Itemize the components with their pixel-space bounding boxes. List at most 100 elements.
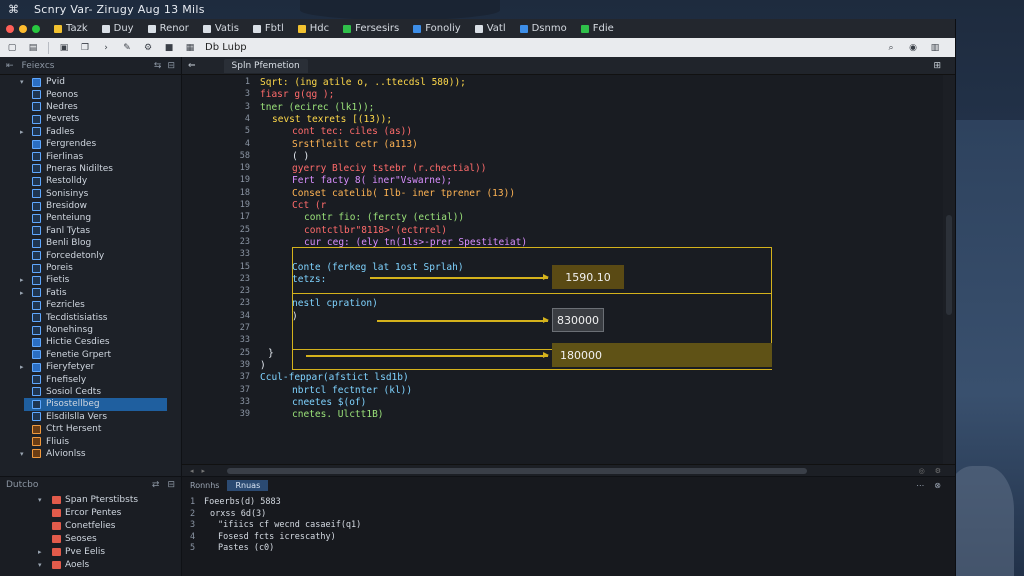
open-folder-icon[interactable]: ▣ (58, 42, 70, 54)
file-icon (32, 362, 41, 372)
sidebar-item[interactable]: Fanl Tytas (0, 225, 181, 237)
scroll-right-icon[interactable]: ▸ (202, 467, 206, 475)
grid-icon[interactable]: ▥ (929, 42, 941, 54)
sidebar-item[interactable]: Benli Blog (0, 237, 181, 249)
stop-icon[interactable]: ■ (163, 42, 175, 54)
disclosure-arrow-icon[interactable]: ▸ (20, 289, 30, 297)
disclosure-arrow-icon[interactable]: ▸ (20, 363, 30, 371)
apple-icon[interactable]: ⌘ (8, 3, 20, 16)
sidebar-item[interactable]: Fliuis (0, 435, 181, 447)
status-circle-icon[interactable]: ◎ (919, 467, 925, 475)
sidebar-collapse-icon[interactable]: ⇤ (6, 61, 14, 71)
sidebar-item[interactable]: Ctrt Hersent (0, 423, 181, 435)
outline-item[interactable]: Ercor Pentes (0, 506, 181, 519)
sidebar-item[interactable]: Fenetie Grpert (0, 349, 181, 361)
sidebar-item[interactable]: Fierlinas (0, 150, 181, 162)
new-file-icon[interactable]: ▤ (27, 42, 39, 54)
copy-icon[interactable]: ❐ (79, 42, 91, 54)
code-editor[interactable]: 1590.10 830000 180000 1 Sqrt: (ing atile … (182, 75, 955, 464)
sidebar-item-label: Poreis (46, 263, 73, 274)
window-menu-item[interactable]: Duy (101, 23, 134, 34)
zoom-window-button[interactable] (32, 24, 40, 33)
sidebar-item[interactable]: Nedres (0, 101, 181, 113)
window-menu-item[interactable]: Hdc (297, 23, 329, 34)
search-icon[interactable]: ⌕ (885, 42, 897, 54)
record-icon[interactable]: ◉ (907, 42, 919, 54)
sidebar-item[interactable]: Restolldy (0, 175, 181, 187)
console-close-icon[interactable]: ⊗ (934, 481, 941, 490)
window-menu-item[interactable]: Renor (147, 23, 189, 34)
forward-icon[interactable]: › (100, 42, 112, 54)
sidebar-item[interactable]: ▸ Fatis (0, 287, 181, 299)
save-icon[interactable]: ▢ (6, 42, 18, 54)
sidebar-item[interactable]: ▸ Fadles (0, 126, 181, 138)
sidebar-item[interactable]: Pneras Nidiltes (0, 163, 181, 175)
horizontal-scrollbar[interactable]: ◂ ▸ ◎ ⚙ (182, 464, 955, 476)
layout-icon[interactable]: ▦ (184, 42, 196, 54)
tab-console-1[interactable]: Rnuas (227, 479, 269, 491)
disclosure-arrow-icon[interactable]: ▸ (20, 276, 30, 284)
window-menu-item[interactable]: Fdie (580, 23, 614, 34)
console-options-icon[interactable]: ⋯ (916, 481, 924, 490)
sidebar-item[interactable]: Fnefisely (0, 373, 181, 385)
window-menu-item[interactable]: Fonoliy (413, 23, 461, 34)
disclosure-arrow-icon[interactable]: ▾ (38, 496, 48, 504)
scroll-left-icon[interactable]: ◂ (190, 467, 194, 475)
disclosure-arrow-icon[interactable]: ▾ (20, 78, 30, 86)
edit-icon[interactable]: ✎ (121, 42, 133, 54)
sidebar-filter-icon[interactable]: ⇆ (154, 61, 162, 71)
disclosure-arrow-icon[interactable]: ▸ (20, 128, 30, 136)
sidebar-item[interactable]: Sonisinys (0, 188, 181, 200)
sidebar-item[interactable]: Poreis (0, 262, 181, 274)
settings-icon[interactable]: ⚙ (142, 42, 154, 54)
editor-split-icon[interactable]: ⊞ (933, 61, 955, 71)
window-menu-item[interactable]: Dsnmo (519, 23, 567, 34)
outline-item[interactable]: Conetfelies (0, 519, 181, 532)
status-gear-icon[interactable]: ⚙ (935, 467, 941, 475)
outline-item[interactable]: ▾ Span Pterstibsts (0, 493, 181, 506)
sidebar-item[interactable]: ▾ Alvionlss (0, 448, 181, 460)
disclosure-arrow-icon[interactable]: ▾ (20, 450, 30, 458)
sidebar-item[interactable]: Elsdilslla Vers (0, 411, 181, 423)
outline-options-icon[interactable]: ⇄ (152, 480, 160, 490)
sidebar-item[interactable]: ▸ Fieryfetyer (0, 361, 181, 373)
disclosure-arrow-icon[interactable]: ▸ (38, 548, 48, 556)
code-line: } (268, 347, 274, 359)
sidebar-item[interactable]: Pevrets (0, 113, 181, 125)
sidebar-item[interactable]: Pisostellbeg (24, 398, 167, 411)
sidebar-item[interactable]: ▾ Pvid (0, 76, 181, 88)
sidebar-item[interactable]: Fergrendes (0, 138, 181, 150)
disclosure-arrow-icon[interactable]: ▾ (38, 561, 48, 569)
toolbar-label[interactable]: Db Lubp (205, 42, 247, 53)
scrollbar-thumb[interactable] (946, 215, 952, 315)
close-window-button[interactable] (6, 24, 14, 33)
outline-item[interactable]: ▸ Pve Eelis (0, 545, 181, 558)
editor-back-icon[interactable]: ⇐ (188, 61, 196, 71)
minimize-window-button[interactable] (19, 24, 27, 33)
sidebar-item-label: Fietis (46, 275, 70, 286)
folder-icon (52, 560, 61, 569)
outline-item[interactable]: ▾ Aoels (0, 558, 181, 571)
window-menu-item[interactable]: Fbtl (252, 23, 284, 34)
sidebar-item[interactable]: Sosiol Cedts (0, 386, 181, 398)
horizontal-scroll-thumb[interactable] (227, 467, 808, 474)
sidebar-item[interactable]: Penteiung (0, 212, 181, 224)
tab-console-0[interactable]: Ronnhs (190, 481, 219, 490)
sidebar-item[interactable]: Forcedetonly (0, 249, 181, 261)
sidebar-item[interactable]: Tecdistisiatiss (0, 311, 181, 323)
window-menu-item[interactable]: Vatis (202, 23, 239, 34)
sidebar-item[interactable]: Peonos (0, 88, 181, 100)
sidebar-item[interactable]: Bresidow (0, 200, 181, 212)
window-menu-item[interactable]: Vatl (474, 23, 506, 34)
sidebar-item[interactable]: Fezricles (0, 299, 181, 311)
sidebar-item[interactable]: Hictie Cesdies (0, 336, 181, 348)
window-menu-item[interactable]: Tazk (54, 23, 88, 34)
sidebar-item[interactable]: ▸ Fietis (0, 274, 181, 286)
outline-close-icon[interactable]: ⊟ (167, 480, 175, 490)
tab-editor-file[interactable]: Spln Pfemetion (223, 58, 308, 73)
window-menu-item[interactable]: Fersesirs (343, 23, 399, 34)
outline-item[interactable]: Seoses (0, 532, 181, 545)
sidebar-item[interactable]: Ronehinsg (0, 324, 181, 336)
editor-scrollbar[interactable] (943, 75, 955, 464)
sidebar-close-icon[interactable]: ⊟ (167, 61, 175, 71)
